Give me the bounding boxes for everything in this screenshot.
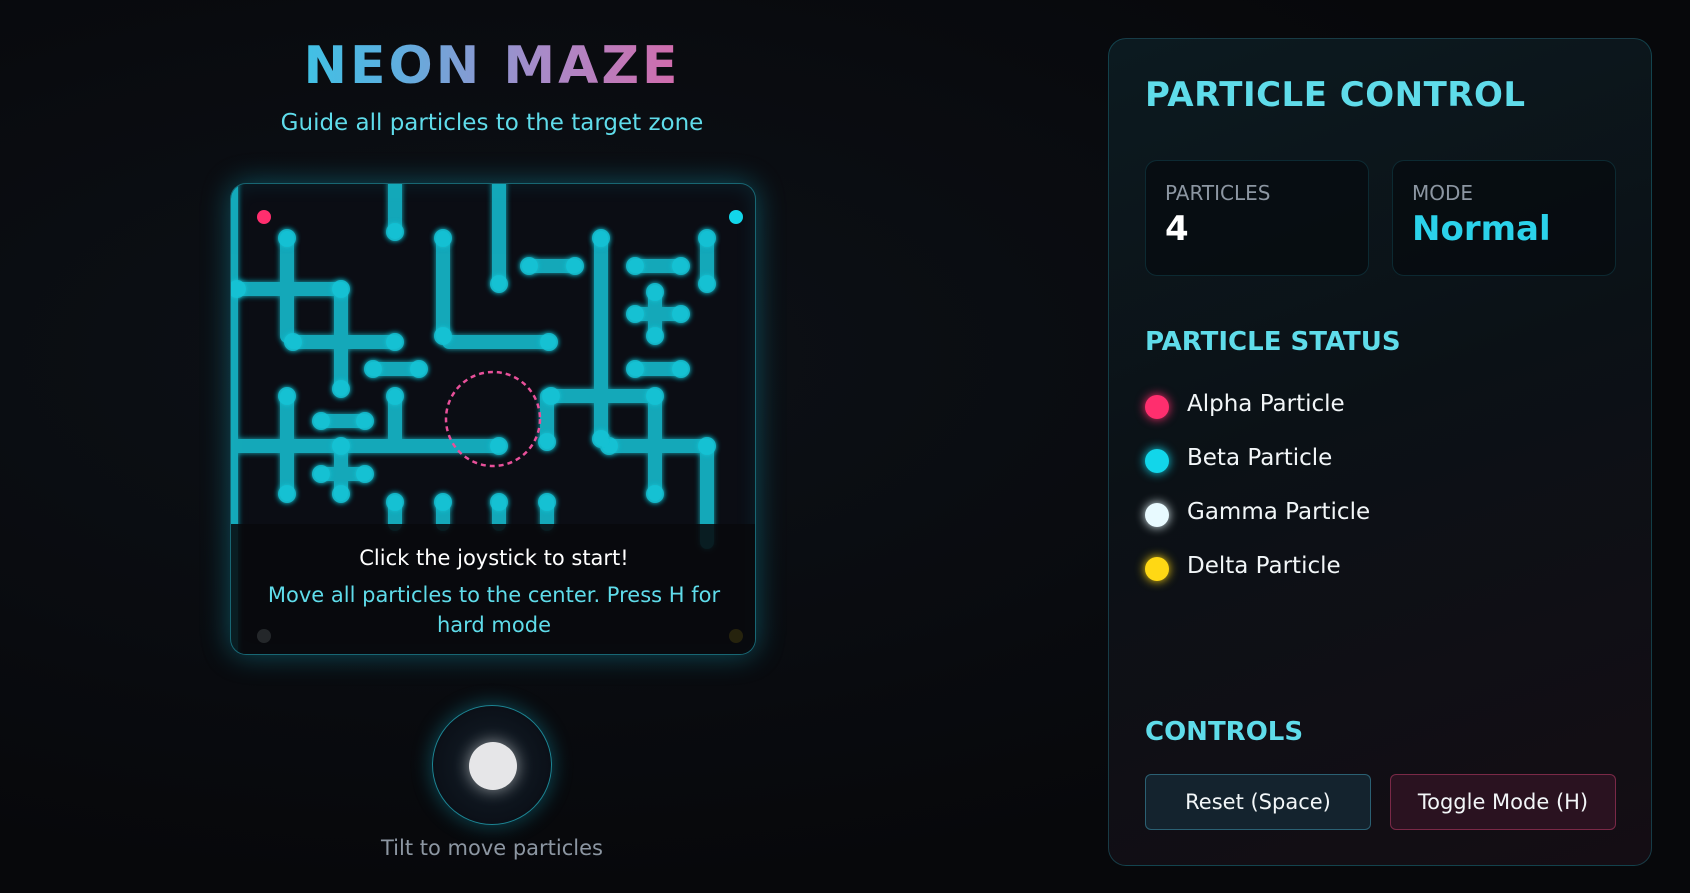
start-overlay: Click the joystick to start! Move all pa… [231, 524, 755, 654]
mode-stat-card: MODE Normal [1392, 160, 1616, 276]
alpha-dot-icon [1145, 395, 1169, 419]
particle-beta [729, 210, 743, 224]
particle-status-label: Alpha Particle [1187, 391, 1345, 417]
particles-stat-value: 4 [1165, 209, 1189, 249]
controls-title: CONTROLS [1145, 717, 1304, 747]
joystick-label: Tilt to move particles [381, 836, 603, 860]
beta-dot-icon [1145, 449, 1169, 473]
particles-stat-label: PARTICLES [1165, 181, 1271, 205]
delta-dot-icon [1145, 557, 1169, 581]
particle-status-item: Beta Particle [1145, 435, 1615, 489]
particle-status-label: Delta Particle [1187, 553, 1341, 579]
particle-status-list: Alpha Particle Beta Particle Gamma Parti… [1145, 381, 1615, 597]
game-title: NEON MAZE [230, 36, 754, 96]
gamma-dot-icon [1145, 503, 1169, 527]
overlay-title: Click the joystick to start! [359, 546, 629, 570]
particle-alpha [257, 210, 271, 224]
particle-status-item: Delta Particle [1145, 543, 1615, 597]
particles-stat-card: PARTICLES 4 [1145, 160, 1369, 276]
particle-status-title: PARTICLE STATUS [1145, 327, 1401, 357]
overlay-instructions: Move all particles to the center. Press … [267, 583, 721, 637]
maze-nodes [231, 223, 716, 511]
reset-button[interactable]: Reset (Space) [1145, 774, 1371, 830]
mode-stat-value: Normal [1412, 209, 1551, 249]
joystick-knob[interactable] [469, 742, 517, 790]
particle-status-label: Beta Particle [1187, 445, 1333, 471]
particle-status-item: Alpha Particle [1145, 381, 1615, 435]
joystick[interactable] [432, 705, 552, 825]
panel-title: PARTICLE CONTROL [1145, 75, 1526, 115]
particle-status-label: Gamma Particle [1187, 499, 1371, 525]
particle-status-item: Gamma Particle [1145, 489, 1615, 543]
maze-board: Click the joystick to start! Move all pa… [230, 183, 756, 655]
toggle-mode-button[interactable]: Toggle Mode (H) [1390, 774, 1616, 830]
mode-stat-label: MODE [1412, 181, 1474, 205]
control-panel: PARTICLE CONTROL PARTICLES 4 MODE Normal… [1108, 38, 1652, 866]
game-subtitle: Guide all particles to the target zone [280, 110, 704, 136]
